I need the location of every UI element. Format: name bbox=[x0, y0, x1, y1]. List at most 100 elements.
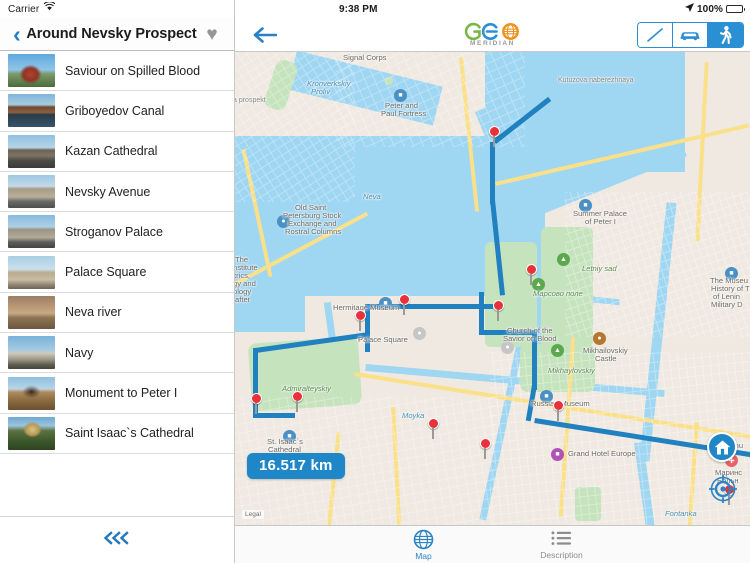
list-item[interactable]: Saint Isaac`s Cathedral bbox=[0, 413, 234, 454]
segment-straight-line-route[interactable] bbox=[638, 22, 673, 47]
app-root: Carrier ‹ Around Nevsky Prospect ♥ Savio… bbox=[0, 0, 750, 563]
list-item[interactable]: Saviour on Spilled Blood bbox=[0, 51, 234, 92]
route-pin[interactable] bbox=[489, 126, 500, 147]
list-item-label: Stroganov Palace bbox=[65, 224, 163, 239]
list-item-label: Palace Square bbox=[65, 265, 147, 280]
brand-logo: MERIDIAN bbox=[453, 22, 533, 47]
route-segment bbox=[479, 292, 484, 334]
map-poi-icon[interactable]: ■ bbox=[540, 390, 553, 403]
block-texture-ne bbox=[565, 192, 750, 337]
tab-map[interactable]: Map bbox=[388, 529, 460, 561]
list-item-label: Monument to Peter I bbox=[65, 386, 178, 401]
thumbnail-kazan-cathedral bbox=[8, 134, 55, 168]
route-pin[interactable] bbox=[399, 294, 410, 315]
thumbnail-stroganov-palace bbox=[8, 215, 55, 249]
list-item[interactable]: Kazan Cathedral bbox=[0, 131, 234, 172]
route-pin[interactable] bbox=[553, 400, 564, 421]
map-legal-link[interactable]: Legal bbox=[242, 510, 264, 519]
wifi-icon bbox=[43, 1, 56, 14]
page-title: Around Nevsky Prospect bbox=[26, 26, 197, 42]
route-segment bbox=[532, 330, 537, 390]
tab-description[interactable]: Description bbox=[526, 530, 598, 560]
list-item[interactable]: Navy bbox=[0, 333, 234, 374]
map-poi-icon[interactable]: ● bbox=[593, 332, 606, 345]
battery-full-icon bbox=[726, 5, 745, 13]
brand-subtitle: MERIDIAN bbox=[470, 40, 515, 47]
collapse-sidebar-button[interactable] bbox=[102, 529, 132, 551]
route-pin[interactable] bbox=[292, 391, 303, 412]
segment-walking-route[interactable] bbox=[708, 22, 743, 47]
thumbnail-saviour-on-spilled-blood bbox=[8, 54, 55, 88]
list-item-label: Griboyedov Canal bbox=[65, 103, 165, 118]
route-pin[interactable] bbox=[251, 393, 262, 414]
map-view[interactable]: ■ ● ■ ● ■ ▲ ▲ ■ ■ ▲ ● ■ ■ ✚ ● Signal Cor… bbox=[235, 52, 750, 525]
thumbnail-neva-river bbox=[8, 295, 55, 329]
route-pin[interactable] bbox=[428, 418, 439, 439]
route-pin[interactable] bbox=[480, 438, 491, 459]
map-pane: 9:38 PM 100% MERIDIAN ■ ● ■ ● ■ ▲ ▲ ■ ■ … bbox=[235, 0, 750, 563]
diagonal-line-icon bbox=[647, 27, 663, 42]
map-poi-icon[interactable]: ▲ bbox=[557, 253, 570, 266]
home-icon bbox=[714, 439, 730, 455]
segment-car-route[interactable] bbox=[673, 22, 708, 47]
poi-list[interactable]: Saviour on Spilled Blood Griboyedov Canal… bbox=[0, 51, 234, 516]
route-pin[interactable] bbox=[355, 310, 366, 331]
crosshair-icon bbox=[709, 475, 737, 503]
map-poi-icon[interactable]: ■ bbox=[283, 430, 296, 443]
list-item[interactable]: Nevsky Avenue bbox=[0, 171, 234, 213]
home-button[interactable] bbox=[707, 432, 737, 462]
map-back-button[interactable] bbox=[253, 26, 277, 43]
status-right-group: 100% bbox=[685, 3, 745, 15]
route-segment-west bbox=[253, 413, 295, 418]
map-poi-icon[interactable]: ■ bbox=[725, 267, 738, 280]
list-item-label: Navy bbox=[65, 345, 94, 360]
tab-description-label: Description bbox=[540, 549, 583, 560]
route-pin[interactable] bbox=[493, 300, 504, 321]
list-item[interactable]: Neva river bbox=[0, 292, 234, 334]
map-toolbar: MERIDIAN bbox=[235, 18, 750, 52]
map-poi-icon[interactable]: ▲ bbox=[532, 278, 545, 291]
sidebar: Carrier ‹ Around Nevsky Prospect ♥ Savio… bbox=[0, 0, 235, 563]
list-item-label: Neva river bbox=[65, 305, 122, 320]
thumbnail-palace-square bbox=[8, 255, 55, 289]
favorite-heart-icon[interactable]: ♥ bbox=[199, 25, 225, 44]
route-pin[interactable] bbox=[526, 264, 537, 285]
geo-meridian-logo-icon bbox=[464, 22, 519, 41]
map-poi-icon[interactable]: ■ bbox=[551, 448, 564, 461]
route-segment-west bbox=[365, 304, 370, 352]
locate-button[interactable] bbox=[709, 475, 737, 503]
sidebar-footer bbox=[0, 516, 234, 563]
list-item-label: Kazan Cathedral bbox=[65, 144, 158, 159]
map-poi-icon[interactable]: ● bbox=[413, 327, 426, 340]
list-icon bbox=[551, 530, 571, 545]
sidebar-status-bar: Carrier bbox=[0, 0, 234, 18]
thumbnail-navy bbox=[8, 336, 55, 370]
map-poi-icon[interactable]: ● bbox=[501, 341, 514, 354]
route-segment bbox=[479, 330, 537, 335]
thumbnail-saint-isaacs-cathedral bbox=[8, 416, 55, 450]
list-item-label: Saviour on Spilled Blood bbox=[65, 63, 201, 78]
map-poi-icon[interactable]: ■ bbox=[579, 199, 592, 212]
pedestrian-icon bbox=[719, 25, 732, 44]
list-item-label: Nevsky Avenue bbox=[65, 184, 151, 199]
list-item[interactable]: Griboyedov Canal bbox=[0, 91, 234, 132]
status-clock: 9:38 PM bbox=[339, 3, 378, 15]
map-poi-icon[interactable]: ▲ bbox=[551, 344, 564, 357]
route-segment bbox=[490, 142, 495, 204]
map-poi-icon[interactable]: ● bbox=[277, 215, 290, 228]
map-poi-icon[interactable]: ■ bbox=[394, 89, 407, 102]
route-mode-segmented-control[interactable] bbox=[637, 21, 744, 48]
tab-map-label: Map bbox=[415, 550, 432, 561]
battery-percent-label: 100% bbox=[697, 3, 723, 15]
thumbnail-monument-to-peter-i bbox=[8, 376, 55, 410]
carrier-label: Carrier bbox=[8, 3, 40, 15]
map-poi-icon[interactable]: ■ bbox=[379, 297, 392, 310]
thumbnail-nevsky-avenue bbox=[8, 175, 55, 209]
sidebar-header: ‹ Around Nevsky Prospect ♥ bbox=[0, 18, 234, 51]
list-item[interactable]: Monument to Peter I bbox=[0, 373, 234, 414]
car-icon bbox=[680, 32, 700, 41]
list-item[interactable]: Palace Square bbox=[0, 252, 234, 293]
thumbnail-griboyedov-canal bbox=[8, 94, 55, 128]
location-arrow-icon bbox=[685, 3, 695, 15]
list-item[interactable]: Stroganov Palace bbox=[0, 212, 234, 253]
